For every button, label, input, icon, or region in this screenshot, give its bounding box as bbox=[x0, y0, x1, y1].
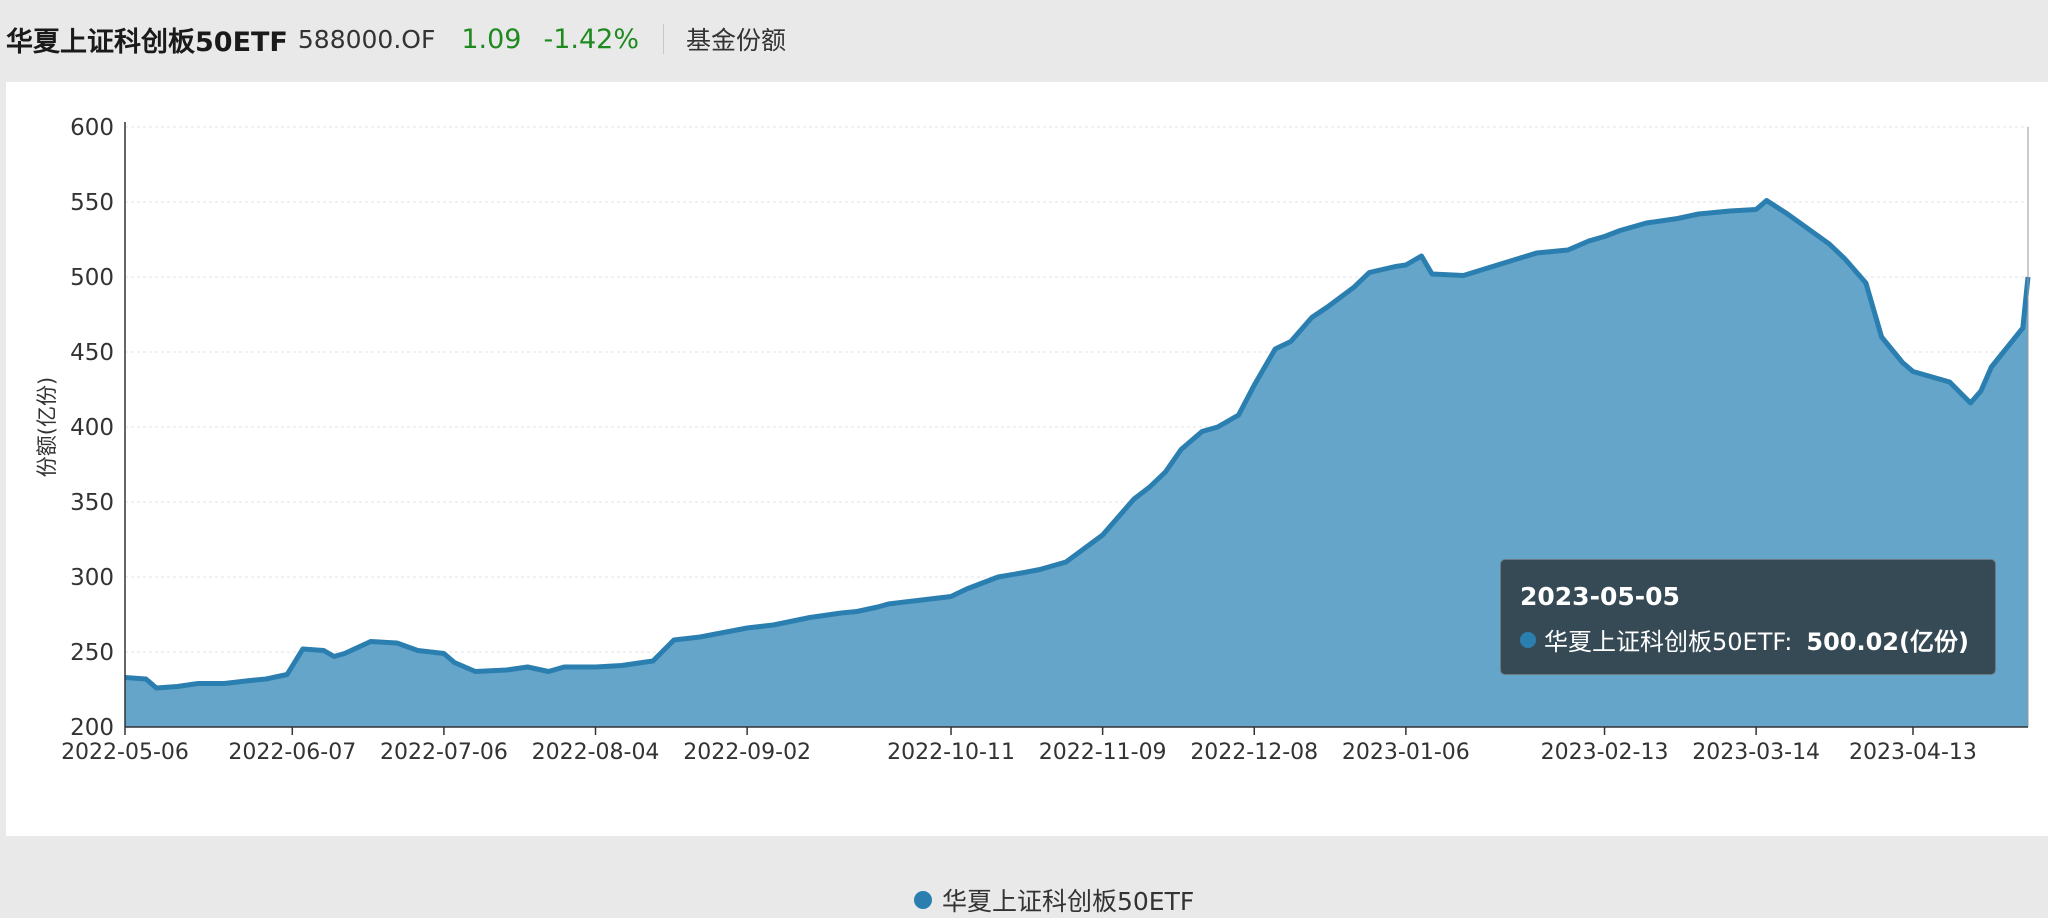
fund-header: 华夏上证科创板50ETF 588000.OF 1.09 -1.42% 基金份额 bbox=[0, 0, 2048, 78]
x-tick-label: 2022-11-09 bbox=[1039, 740, 1167, 765]
chart-svg[interactable]: 200 250 300 350 400 450 500 550 600 2022-05-06 202… bbox=[6, 82, 2048, 836]
change-percent: -1.42% bbox=[543, 23, 639, 55]
series-dot-icon bbox=[1520, 631, 1536, 648]
fund-name: 华夏上证科创板50ETF bbox=[6, 26, 288, 58]
y-tick-label: 350 bbox=[70, 490, 114, 516]
x-tick-label: 2022-06-07 bbox=[228, 740, 356, 765]
y-tick-label: 400 bbox=[70, 415, 114, 441]
x-tick-label: 2022-07-06 bbox=[380, 740, 508, 765]
y-tick-label: 600 bbox=[70, 115, 114, 141]
chart-panel: 200 250 300 350 400 450 500 550 600 2022-05-06 202… bbox=[6, 82, 2048, 916]
fund-code: 588000.OF bbox=[297, 24, 436, 54]
legend-dot-icon bbox=[914, 891, 932, 909]
x-tick-label: 2022-10-11 bbox=[887, 740, 1015, 765]
tooltip-value: 500.02(亿份) bbox=[1806, 628, 1969, 656]
y-tick-label: 300 bbox=[70, 565, 114, 591]
y-tick-label: 200 bbox=[70, 715, 114, 741]
x-tick-label: 2022-12-08 bbox=[1190, 740, 1318, 765]
metric-tab[interactable]: 基金份额 bbox=[686, 21, 786, 57]
x-tick-label: 2022-08-04 bbox=[532, 740, 660, 765]
chart-tooltip: 2023-05-05 华夏上证科创板50ETF: 500.02(亿份) bbox=[1500, 559, 1996, 675]
x-tick-label: 2023-03-14 bbox=[1692, 740, 1820, 765]
x-tick-label: 2022-09-02 bbox=[683, 740, 811, 765]
x-tick-label: 2023-04-13 bbox=[1849, 740, 1977, 765]
x-tick-label: 2022-05-06 bbox=[61, 740, 189, 765]
y-tick-label: 250 bbox=[70, 640, 114, 666]
nav-value: 1.09 bbox=[461, 23, 522, 55]
y-tick-label: 450 bbox=[70, 340, 114, 366]
y-axis-label: 份额(亿份) bbox=[35, 377, 59, 477]
legend-label: 华夏上证科创板50ETF bbox=[942, 887, 1195, 916]
tooltip-date: 2023-05-05 bbox=[1520, 582, 1680, 611]
x-tick-label: 2023-01-06 bbox=[1342, 740, 1470, 765]
x-tick-label: 2023-02-13 bbox=[1541, 740, 1669, 765]
chart-legend[interactable]: 华夏上证科创板50ETF bbox=[914, 882, 1194, 918]
y-tick-label: 550 bbox=[70, 190, 114, 216]
y-tick-label: 500 bbox=[70, 265, 114, 291]
tooltip-series-label: 华夏上证科创板50ETF: bbox=[1544, 628, 1793, 656]
header-divider bbox=[662, 24, 664, 54]
